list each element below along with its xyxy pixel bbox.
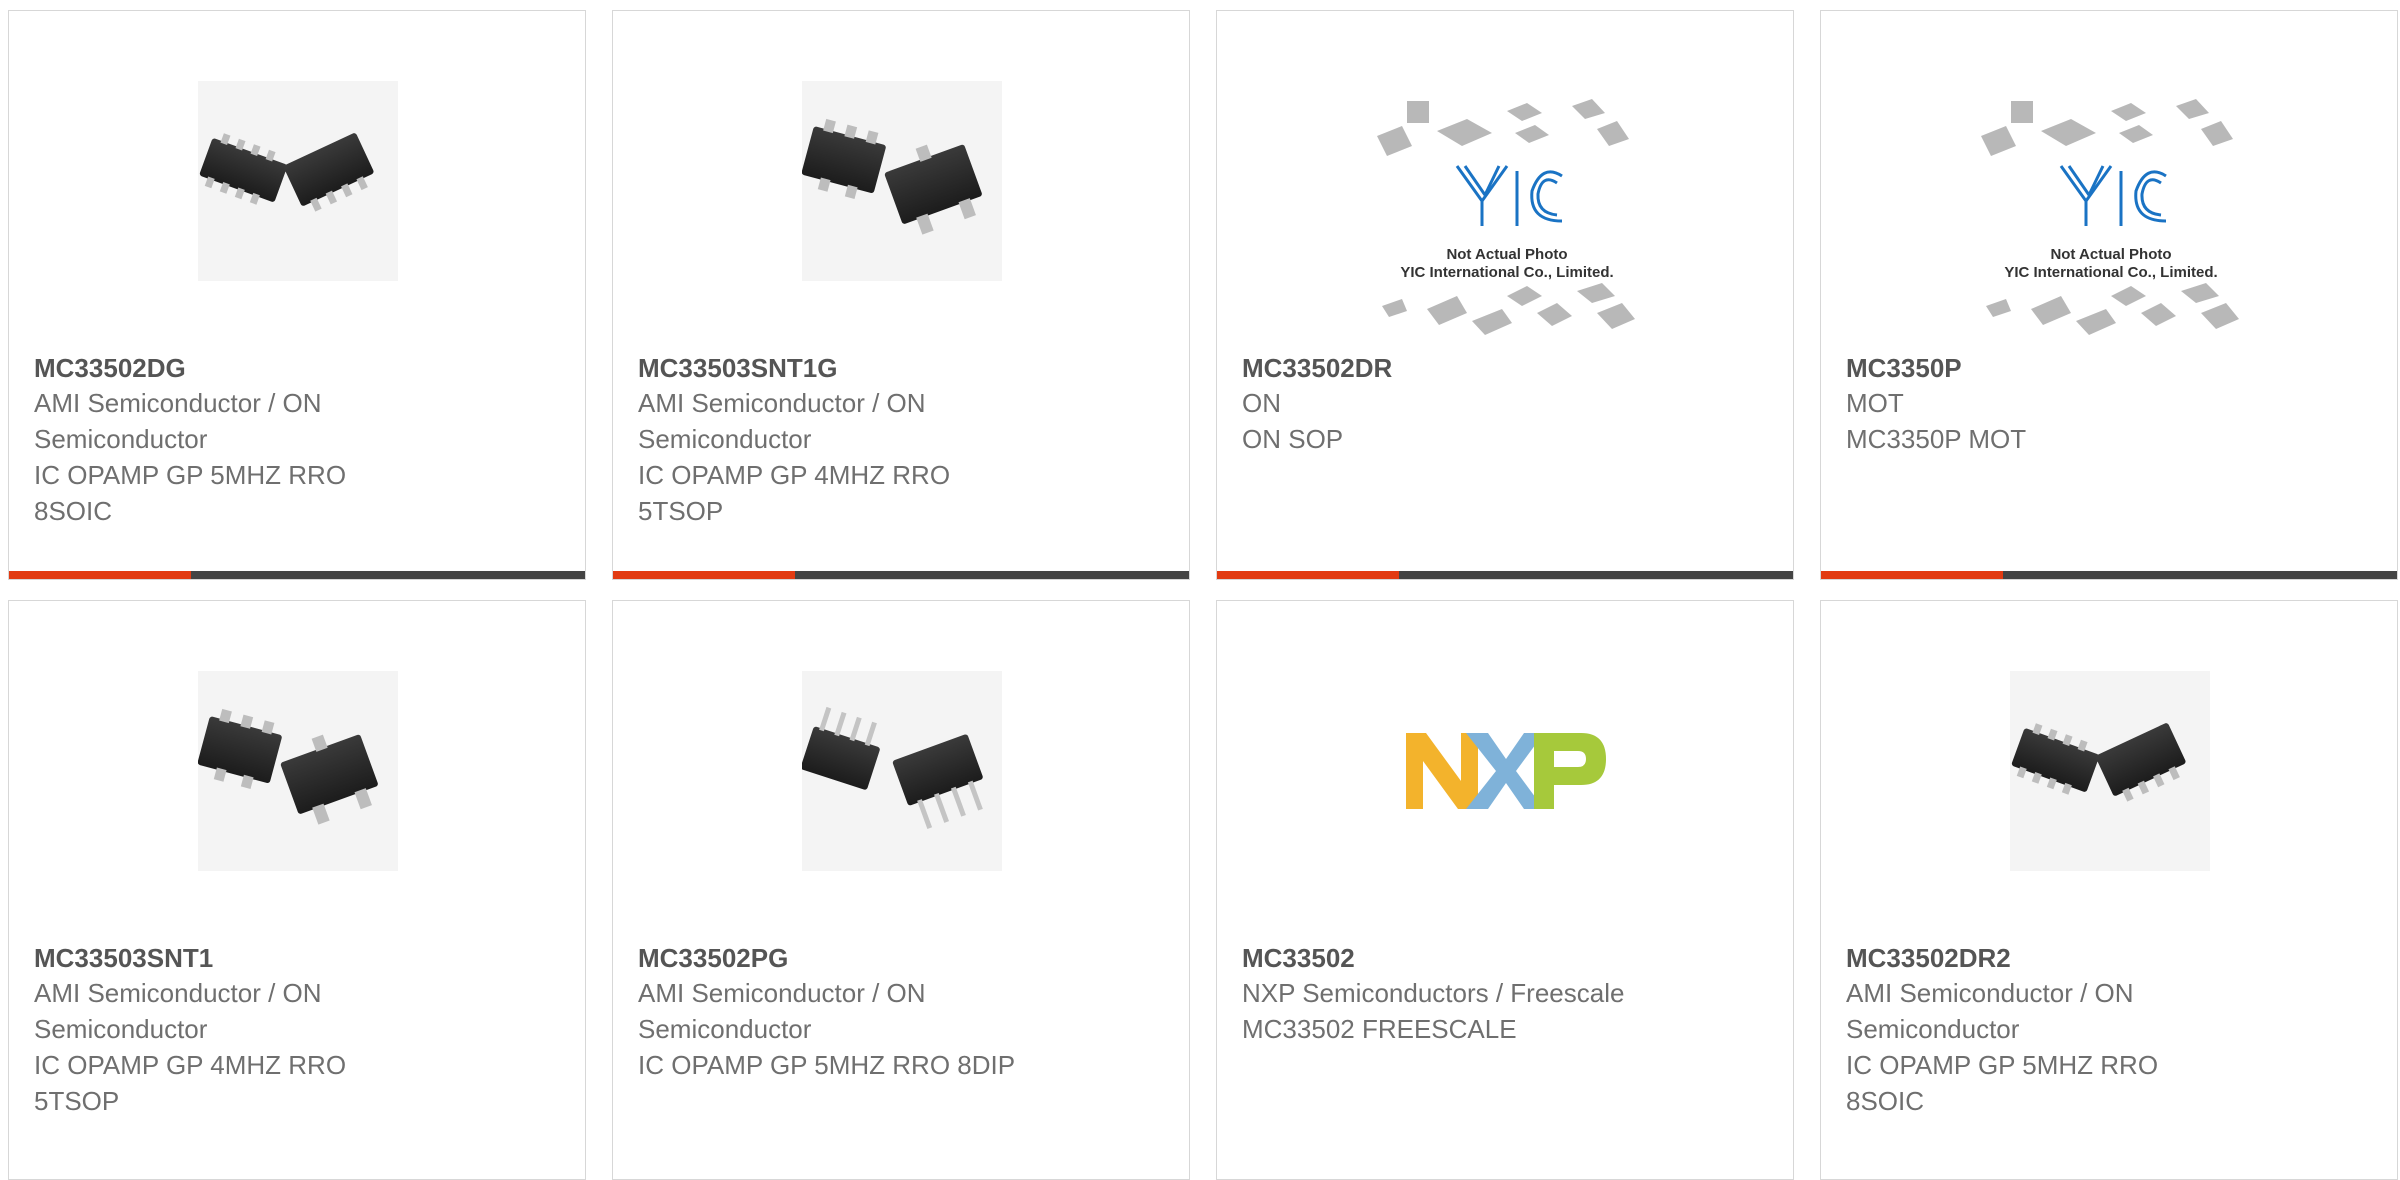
- manufacturer: AMI Semiconductor / ON Semiconductor: [638, 388, 926, 454]
- soic-8-chip-icon: [198, 81, 398, 281]
- description: ON SOP: [1242, 424, 1344, 454]
- product-info: MC33502 NXP Semiconductors / Freescale M…: [1242, 941, 1762, 1047]
- description: IC OPAMP GP 4MHZ RRO 5TSOP: [34, 1050, 347, 1116]
- product-info: MC3350P MOT MC3350P MOT: [1846, 351, 2366, 457]
- product-info: MC33503SNT1G AMI Semiconductor / ON Semi…: [638, 351, 1158, 529]
- yic-placeholder-photo: Not Actual Photo YIC International Co., …: [1367, 91, 1647, 351]
- accent-bar: [1821, 571, 2003, 579]
- placeholder-caption-line1: Not Actual Photo: [1446, 246, 1567, 263]
- product-card[interactable]: MC33502PG AMI Semiconductor / ON Semicon…: [612, 600, 1190, 1180]
- card-footer-bar: [613, 571, 1189, 579]
- product-info: MC33502PG AMI Semiconductor / ON Semicon…: [638, 941, 1158, 1083]
- part-number[interactable]: MC33503SNT1: [34, 941, 554, 975]
- manufacturer: NXP Semiconductors / Freescale: [1242, 978, 1625, 1008]
- part-number[interactable]: MC33503SNT1G: [638, 351, 1158, 385]
- product-card[interactable]: Not Actual Photo YIC International Co., …: [1820, 10, 2398, 580]
- dip-8-chip-icon: [802, 671, 1002, 871]
- yic-placeholder-photo: Not Actual Photo YIC International Co., …: [1971, 91, 2251, 351]
- manufacturer: AMI Semiconductor / ON Semiconductor: [34, 978, 322, 1044]
- product-info: MC33502DG AMI Semiconductor / ON Semicon…: [34, 351, 554, 529]
- product-card[interactable]: MC33502DR2 AMI Semiconductor / ON Semico…: [1820, 600, 2398, 1180]
- card-footer-bar: [1821, 571, 2397, 579]
- product-card[interactable]: Not Actual Photo YIC International Co., …: [1216, 10, 1794, 580]
- product-card[interactable]: MC33502DG AMI Semiconductor / ON Semicon…: [8, 10, 586, 580]
- product-info: MC33502DR2 AMI Semiconductor / ON Semico…: [1846, 941, 2366, 1119]
- description: IC OPAMP GP 5MHZ RRO 8DIP: [638, 1050, 1016, 1080]
- accent-bar: [9, 571, 191, 579]
- card-footer-bar: [1217, 571, 1793, 579]
- product-card[interactable]: MC33502 NXP Semiconductors / Freescale M…: [1216, 600, 1794, 1180]
- description: IC OPAMP GP 4MHZ RRO 5TSOP: [638, 460, 951, 526]
- part-number[interactable]: MC33502PG: [638, 941, 1158, 975]
- description: MC3350P MOT: [1846, 424, 2027, 454]
- part-number[interactable]: MC33502DR: [1242, 351, 1762, 385]
- accent-bar: [613, 571, 795, 579]
- product-card[interactable]: MC33503SNT1G AMI Semiconductor / ON Semi…: [612, 10, 1190, 580]
- accent-bar: [1217, 571, 1399, 579]
- product-card[interactable]: MC33503SNT1 AMI Semiconductor / ON Semic…: [8, 600, 586, 1180]
- part-number[interactable]: MC33502: [1242, 941, 1762, 975]
- tsop-5-chip-icon: [802, 81, 1002, 281]
- nxp-logo: [1406, 671, 1606, 871]
- manufacturer: AMI Semiconductor / ON Semiconductor: [1846, 978, 2134, 1044]
- description: MC33502 FREESCALE: [1242, 1014, 1517, 1044]
- product-info: MC33502DR ON ON SOP: [1242, 351, 1762, 457]
- part-number[interactable]: MC33502DG: [34, 351, 554, 385]
- placeholder-caption-line1: Not Actual Photo: [2050, 246, 2171, 263]
- card-footer-bar: [9, 571, 585, 579]
- product-info: MC33503SNT1 AMI Semiconductor / ON Semic…: [34, 941, 554, 1119]
- soic-8-chip-icon: [2010, 671, 2210, 871]
- part-number[interactable]: MC3350P: [1846, 351, 2366, 385]
- description: IC OPAMP GP 5MHZ RRO 8SOIC: [34, 460, 347, 526]
- manufacturer: MOT: [1846, 388, 1904, 418]
- manufacturer: AMI Semiconductor / ON Semiconductor: [34, 388, 322, 454]
- tsop-5-chip-icon: [198, 671, 398, 871]
- description: IC OPAMP GP 5MHZ RRO 8SOIC: [1846, 1050, 2159, 1116]
- part-number[interactable]: MC33502DR2: [1846, 941, 2366, 975]
- manufacturer: ON: [1242, 388, 1281, 418]
- placeholder-caption-line2: YIC International Co., Limited.: [2004, 264, 2217, 281]
- placeholder-caption-line2: YIC International Co., Limited.: [1400, 264, 1613, 281]
- product-grid: MC33502DG AMI Semiconductor / ON Semicon…: [0, 0, 2400, 1180]
- manufacturer: AMI Semiconductor / ON Semiconductor: [638, 978, 926, 1044]
